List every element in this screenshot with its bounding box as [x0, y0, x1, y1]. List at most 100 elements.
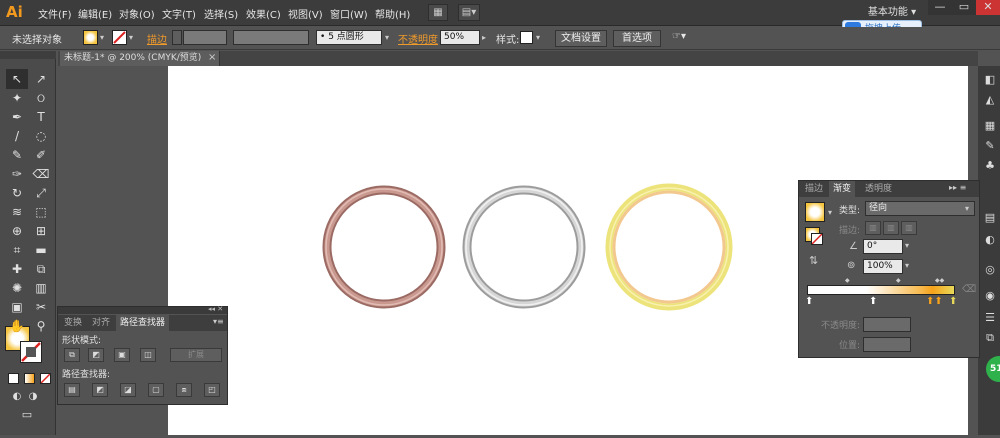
graphic-style-swatch[interactable] [520, 31, 533, 44]
fill-swatch[interactable] [83, 30, 98, 45]
direct-selection-tool[interactable]: ↗ [30, 69, 52, 89]
lasso-tool[interactable]: ଠ [30, 88, 52, 108]
blend-tool[interactable]: ⧉ [30, 259, 52, 279]
paintbrush-tool[interactable]: ✎ [6, 145, 28, 165]
mesh-tool[interactable]: ⌗ [6, 240, 28, 260]
symbol-sprayer-tool[interactable]: ✺ [6, 278, 28, 298]
color-stop-0[interactable]: ⬆ [805, 296, 813, 307]
tab-align[interactable]: 对齐 [88, 315, 114, 331]
stroke-weight-stepper[interactable] [172, 30, 182, 45]
stroke-swatch[interactable] [112, 30, 127, 45]
rotate-tool[interactable]: ↻ [6, 183, 28, 203]
panel-collapse-icon[interactable]: ◂◂ ✕ [208, 305, 223, 313]
document-tab-close-icon[interactable]: × [208, 52, 216, 63]
outline-icon[interactable]: ⧈ [176, 383, 192, 397]
aspect-dropdown-icon[interactable]: ▾ [905, 261, 909, 270]
reverse-gradient-icon[interactable]: ⇅ [809, 254, 818, 267]
pathfinder-panel-grip[interactable] [58, 307, 227, 314]
type-dropdown-icon[interactable]: ▾ [965, 204, 969, 213]
gradient-type-select[interactable]: 径向 [865, 201, 975, 216]
blob-brush-tool[interactable]: ✑ [6, 164, 28, 184]
gradient-presets-icon[interactable]: ▾ [828, 208, 832, 217]
type-tool[interactable]: T [30, 107, 52, 127]
workspace-switcher[interactable]: 基本功能 ▾ [858, 4, 926, 21]
panel-options-icon[interactable]: ▸▸ ≡ [949, 183, 966, 192]
layers-icon[interactable]: ☰ [982, 310, 998, 326]
bridge-button[interactable]: ▦ [428, 4, 448, 21]
copper-ring[interactable] [322, 185, 446, 309]
stroke-within-icon[interactable]: ▥ [865, 221, 881, 235]
stroke-dropdown-icon[interactable]: ▾ [129, 33, 133, 42]
menu-view[interactable]: 视图(V) [288, 6, 323, 21]
opacity-dropdown-icon[interactable]: ▸ [482, 33, 486, 42]
tab-gradient[interactable]: 渐变 [829, 181, 856, 197]
stroke-label[interactable]: 描边 [147, 31, 167, 46]
minus-front-icon[interactable]: ◩ [88, 348, 104, 362]
panel-menu-icon[interactable]: ☞▾ [672, 31, 686, 42]
variable-width-profile[interactable] [233, 30, 309, 45]
menu-edit[interactable]: 编辑(E) [78, 6, 112, 21]
divide-icon[interactable]: ▤ [64, 383, 80, 397]
swatches-icon[interactable]: ▦ [982, 118, 998, 134]
menu-select[interactable]: 选择(S) [204, 6, 238, 21]
brushes-icon[interactable]: ✎ [982, 138, 998, 154]
artboard-tool[interactable]: ▣ [6, 297, 28, 317]
arrange-documents-button[interactable]: ▤▾ [458, 4, 480, 21]
none-mode-button[interactable] [40, 373, 51, 384]
ellipse-tool[interactable]: ◌ [30, 126, 52, 146]
transparency-icon[interactable]: ◐ [982, 232, 998, 248]
delete-stop-icon[interactable]: ⌫ [962, 284, 976, 295]
stroke-along-icon[interactable]: ▥ [883, 221, 899, 235]
menu-file[interactable]: 文件(F) [38, 6, 72, 21]
silver-ring[interactable] [462, 185, 586, 309]
symbols-icon[interactable]: ♣ [982, 158, 998, 174]
angle-input[interactable]: 0° [863, 239, 903, 254]
stop-position-input[interactable] [863, 337, 911, 352]
draw-behind-icon[interactable]: ◑ [22, 387, 44, 407]
screen-mode-icon[interactable]: ▭ [16, 405, 38, 425]
brush-dropdown-icon[interactable]: ▾ [385, 33, 389, 42]
line-tool[interactable]: / [6, 126, 28, 146]
style-dropdown-icon[interactable]: ▾ [536, 33, 540, 42]
stop-opacity-input[interactable] [863, 317, 911, 332]
unite-icon[interactable]: ⧉ [64, 348, 80, 362]
magic-wand-tool[interactable]: ✦ [6, 88, 28, 108]
warp-tool[interactable]: ≋ [6, 202, 28, 222]
menu-object[interactable]: 对象(O) [119, 6, 155, 21]
color-stop-3[interactable]: ⬆ [949, 296, 957, 307]
brush-definition-select[interactable]: • 5 点圆形 [316, 30, 382, 45]
panel-options-icon[interactable]: ▾≡ [213, 317, 224, 326]
gradient-mode-button[interactable] [24, 373, 35, 384]
midpoint-diamond-2[interactable]: ◆◆ [935, 277, 944, 284]
tab-stroke[interactable]: 描边 [801, 181, 827, 197]
angle-dropdown-icon[interactable]: ▾ [905, 241, 909, 250]
gradient-tool[interactable]: ▬ [30, 240, 52, 260]
graphic-styles-icon[interactable]: ◉ [982, 288, 998, 304]
perspective-grid-tool[interactable]: ⊞ [30, 221, 52, 241]
color-guide-icon[interactable]: ◭ [982, 92, 998, 108]
document-setup-button[interactable]: 文档设置 [555, 30, 607, 47]
pen-tool[interactable]: ✒ [6, 107, 28, 127]
color-panel-icon[interactable]: ◧ [982, 72, 998, 88]
trim-icon[interactable]: ◩ [92, 383, 108, 397]
stroke-color-box[interactable] [20, 341, 42, 363]
hand-tool[interactable]: ✋ [6, 316, 28, 336]
document-tab[interactable]: 未标题-1* @ 200% (CMYK/预览) [60, 51, 220, 66]
eraser-tool[interactable]: ⌫ [30, 164, 52, 184]
gold-ring[interactable] [605, 183, 733, 311]
shape-builder-tool[interactable]: ⊕ [6, 221, 28, 241]
zoom-tool[interactable]: ⚲ [30, 316, 52, 336]
opacity-input[interactable]: 50% [440, 30, 480, 45]
fill-dropdown-icon[interactable]: ▾ [100, 33, 104, 42]
gradient-fill-preview[interactable] [805, 202, 825, 222]
close-window-button[interactable]: ✕ [976, 0, 1000, 15]
free-transform-tool[interactable]: ⬚ [30, 202, 52, 222]
selection-tool[interactable]: ↖ [6, 69, 28, 89]
color-stop-1[interactable]: ⬆ [869, 296, 877, 307]
tab-transparency[interactable]: 透明度 [861, 181, 896, 197]
stroke-weight-input[interactable] [183, 30, 227, 45]
column-graph-tool[interactable]: ▥ [30, 278, 52, 298]
appearance-icon[interactable]: ◎ [982, 262, 998, 278]
slice-tool[interactable]: ✂ [30, 297, 52, 317]
eyedropper-tool[interactable]: ✚ [6, 259, 28, 279]
